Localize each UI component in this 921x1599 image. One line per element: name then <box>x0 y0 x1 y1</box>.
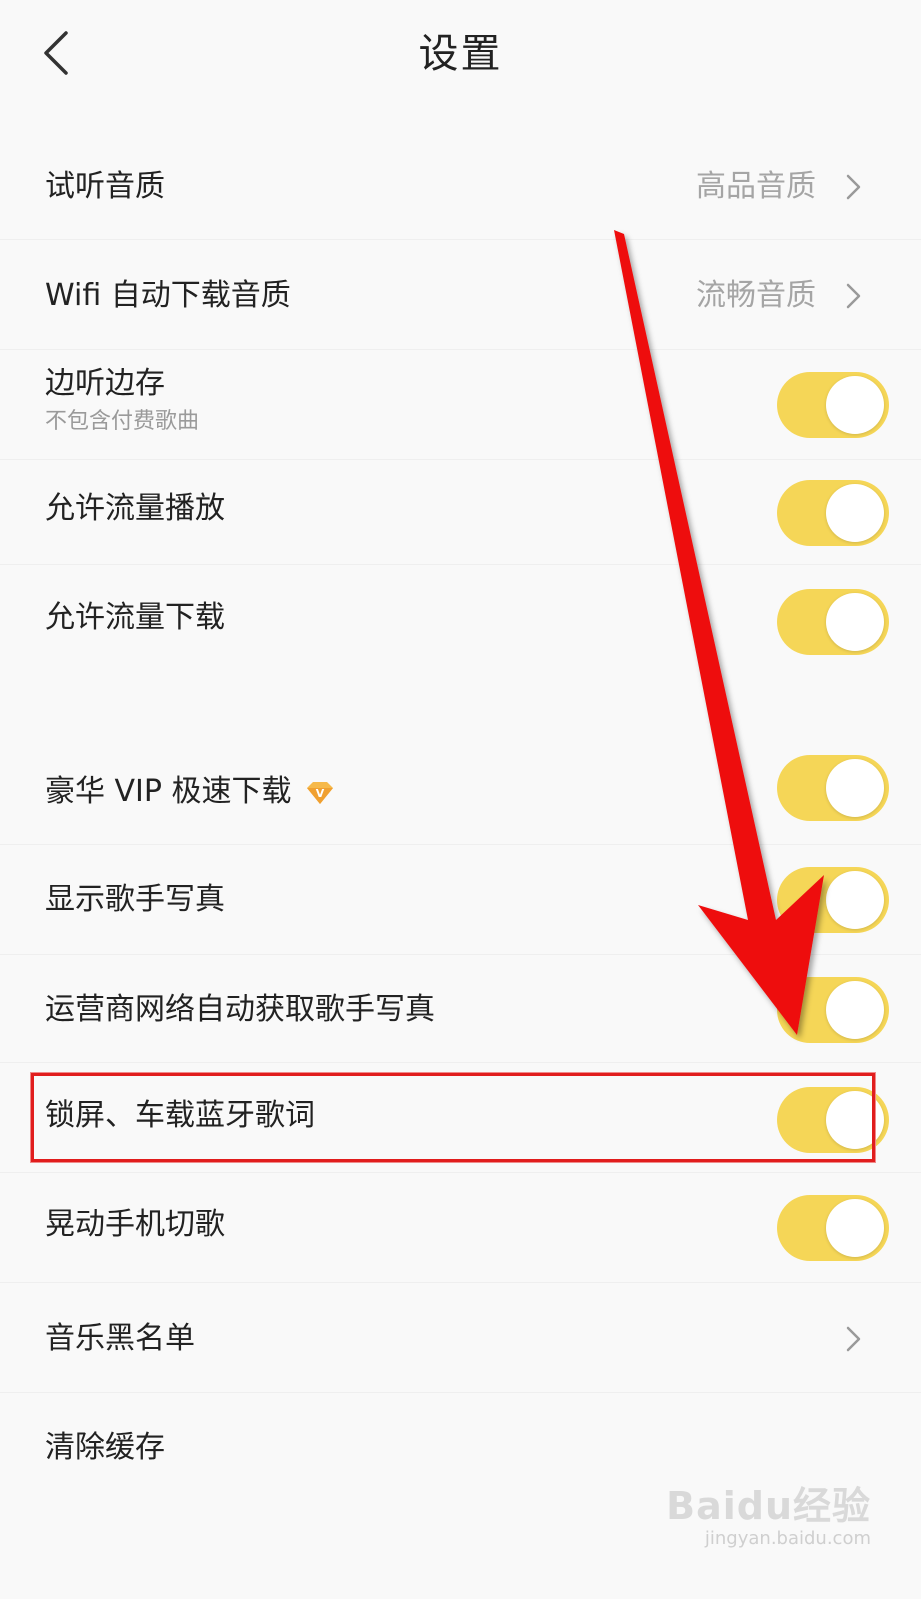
toggle-knob <box>826 759 884 817</box>
setting-label: 晃动手机切歌 <box>45 1207 225 1242</box>
setting-row-vip-fast-download: 豪华 VIP 极速下载 V <box>0 735 921 845</box>
annotation-highlight-box <box>31 1073 875 1162</box>
setting-row-audition-quality[interactable]: 试听音质 高品音质 <box>0 130 921 240</box>
setting-row-show-singer-photo: 显示歌手写真 <box>0 845 921 955</box>
watermark-logo: Baidu经验 <box>666 1484 871 1528</box>
toggle-switch[interactable] <box>777 1195 889 1261</box>
chevron-right-icon <box>846 174 861 200</box>
header-bar: 设置 <box>0 0 921 110</box>
setting-row-listen-and-save: 边听边存 不包含付费歌曲 <box>0 350 921 460</box>
page-title: 设置 <box>418 31 503 77</box>
chevron-right-icon <box>846 1326 861 1352</box>
setting-label: 允许流量下载 <box>45 600 225 635</box>
toggle-knob <box>826 376 884 434</box>
toggle-knob <box>826 1199 884 1257</box>
toggle-switch[interactable] <box>777 977 889 1043</box>
setting-row-carrier-auto-photo: 运营商网络自动获取歌手写真 <box>0 955 921 1063</box>
setting-label: 允许流量播放 <box>45 491 225 526</box>
setting-row-allow-data-play: 允许流量播放 <box>0 460 921 565</box>
setting-label: 运营商网络自动获取歌手写真 <box>45 992 435 1027</box>
watermark: Baidu经验 jingyan.baidu.com <box>666 1475 871 1549</box>
setting-row-allow-data-download: 允许流量下载 <box>0 565 921 675</box>
setting-label: 边听边存 <box>45 366 165 401</box>
setting-label: 试听音质 <box>45 169 165 204</box>
setting-label: 豪华 VIP 极速下载 <box>45 774 292 809</box>
setting-label: 音乐黑名单 <box>45 1321 195 1356</box>
setting-row-music-blacklist[interactable]: 音乐黑名单 <box>0 1283 921 1393</box>
setting-label: Wifi 自动下载音质 <box>45 278 291 313</box>
toggle-knob <box>826 593 884 651</box>
setting-value: 高品音质 <box>696 169 816 204</box>
toggle-switch[interactable] <box>777 867 889 933</box>
setting-row-shake-switch-song: 晃动手机切歌 <box>0 1173 921 1283</box>
svg-text:V: V <box>316 787 325 800</box>
toggle-switch[interactable] <box>777 372 889 438</box>
setting-row-wifi-download-quality[interactable]: Wifi 自动下载音质 流畅音质 <box>0 240 921 350</box>
setting-sublabel: 不包含付费歌曲 <box>45 409 200 434</box>
toggle-switch[interactable] <box>777 755 889 821</box>
toggle-knob <box>826 871 884 929</box>
vip-diamond-icon: V <box>307 782 333 804</box>
setting-label: 显示歌手写真 <box>45 882 225 917</box>
toggle-switch[interactable] <box>777 480 889 546</box>
setting-label: 清除缓存 <box>45 1430 165 1465</box>
toggle-knob <box>826 484 884 542</box>
chevron-right-icon <box>846 283 861 309</box>
setting-value: 流畅音质 <box>696 278 816 313</box>
toggle-switch[interactable] <box>777 589 889 655</box>
toggle-knob <box>826 981 884 1039</box>
watermark-url: jingyan.baidu.com <box>704 1528 871 1549</box>
